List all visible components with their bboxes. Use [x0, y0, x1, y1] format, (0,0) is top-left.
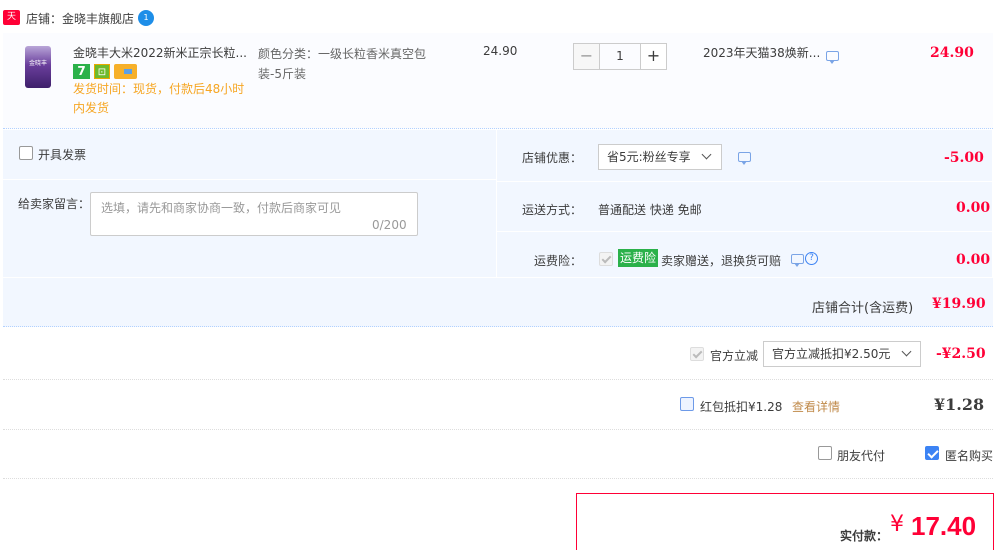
product-thumbnail[interactable]: [25, 46, 51, 88]
redpacket-amount: ¥1.28: [934, 395, 985, 414]
shop-total-value: ¥19.90: [932, 296, 986, 312]
help-icon[interactable]: ?: [805, 252, 818, 265]
insurance-amount: 0.00: [956, 252, 991, 268]
item-total: 24.90: [930, 45, 974, 61]
quantity-input[interactable]: 1: [600, 43, 640, 70]
invoice-label: 开具发票: [38, 148, 87, 162]
payment-currency: ¥: [890, 512, 904, 537]
credit-card-icon: [114, 64, 137, 79]
shop-discount-label: 店铺优惠：: [522, 151, 583, 165]
comment-icon[interactable]: [738, 152, 751, 165]
insurance-label: 运费险：: [534, 254, 583, 268]
divider: [3, 478, 993, 479]
shipping-value: 普通配送 快递 免邮: [598, 203, 702, 217]
anonymous-checkbox[interactable]: [925, 446, 939, 460]
official-discount-select[interactable]: 官方立减抵扣¥2.50元: [763, 341, 921, 367]
invoice-checkbox[interactable]: [19, 146, 33, 160]
friend-pay-checkbox[interactable]: [818, 446, 832, 460]
insurance-checkbox: [599, 252, 613, 266]
anonymous-label: 匿名购买: [945, 449, 994, 463]
message-label: 给卖家留言：: [18, 197, 91, 211]
friend-pay-label: 朋友代付: [837, 449, 886, 463]
sku-info: 颜色分类：一级长粒香米真空包装-5斤装: [258, 47, 427, 81]
tmall-icon: 天猫: [3, 10, 20, 37]
official-discount-label: 官方立减: [710, 349, 759, 363]
item-title[interactable]: 金晓丰大米2022新米正宗长粒...: [73, 44, 253, 61]
product-thumbnail-label: 金晓丰: [28, 60, 47, 67]
divider: [3, 429, 993, 430]
shop-title[interactable]: 店铺：金晓丰旗舰店: [26, 10, 134, 27]
guarantee-icon: ⊡: [94, 64, 110, 79]
seven-day-return-icon: 7: [73, 64, 90, 79]
shop-discount-amount: -5.00: [944, 150, 984, 166]
shop-discount-value: 省5元:粉丝专享: [607, 150, 691, 164]
seller-message-count: 0/200: [372, 218, 407, 232]
redpacket-detail-link[interactable]: 查看详情: [792, 398, 840, 415]
payment-label: 实付款：: [840, 529, 889, 543]
wangwang-chat-icon[interactable]: 1: [138, 10, 154, 26]
quantity-stepper: − 1 +: [573, 43, 667, 70]
item-promotion[interactable]: 2023年天猫38焕新...: [703, 44, 820, 61]
shipping-amount: 0.00: [956, 200, 991, 216]
official-discount-amount: -¥2.50: [936, 346, 986, 362]
official-discount-value: 官方立减抵扣¥2.50元: [772, 347, 891, 361]
quantity-minus-button[interactable]: −: [573, 43, 600, 70]
redpacket-checkbox[interactable]: [680, 397, 694, 411]
payment-amount: 17.40: [911, 511, 977, 541]
ship-time: 发货时间：现货，付款后48小时内发货: [73, 82, 245, 115]
shop-total-label: 店铺合计(含运费): [812, 301, 914, 316]
official-discount-checkbox: [690, 347, 704, 361]
insurance-value: 卖家赠送，退换货可赔: [661, 254, 782, 268]
seller-message-placeholder: 选填，请先和商家协商一致，付款后商家可见: [101, 201, 342, 215]
redpacket-label: 红包抵扣¥1.28: [700, 400, 783, 414]
comment-icon[interactable]: [826, 51, 839, 64]
divider: [3, 379, 993, 380]
comment-icon[interactable]: [791, 254, 804, 267]
unit-price: 24.90: [483, 44, 518, 58]
shipping-label: 运送方式：: [522, 203, 583, 217]
insurance-badge: 运费险: [618, 249, 659, 267]
quantity-plus-button[interactable]: +: [640, 43, 667, 70]
